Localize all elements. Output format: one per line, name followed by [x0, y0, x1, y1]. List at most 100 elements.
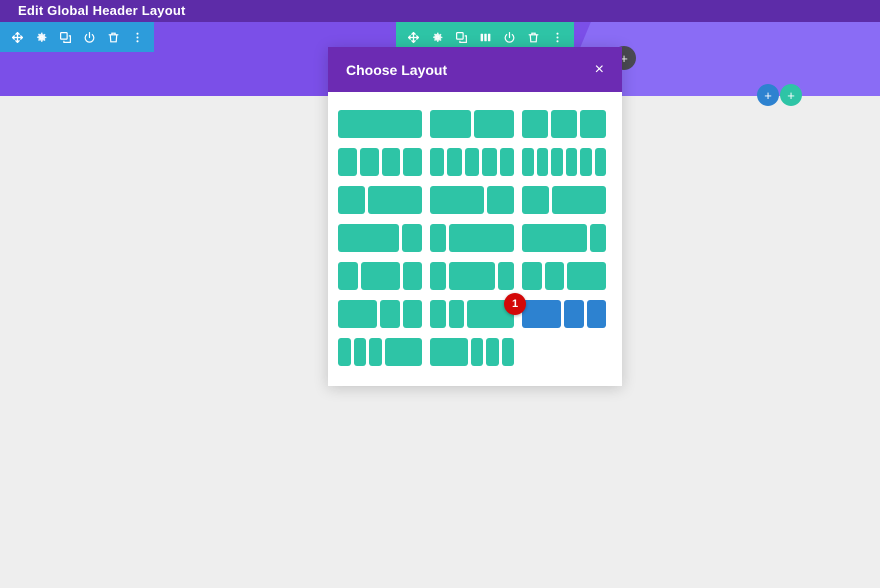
layout-cell: 1 — [504, 293, 606, 328]
layout-cell — [338, 224, 422, 252]
layout-column — [470, 338, 483, 366]
layout-column — [522, 110, 548, 138]
add-module-green-button[interactable]: + — [780, 84, 802, 106]
layout-column — [447, 148, 462, 176]
layout-column — [401, 224, 422, 252]
duplicate-icon[interactable] — [54, 24, 76, 50]
layout-column — [430, 186, 484, 214]
layout-sixth-two-thirds-sixth[interactable] — [430, 262, 514, 290]
layout-column — [544, 262, 564, 290]
trash-icon[interactable] — [102, 24, 124, 50]
editor-canvas: Edit Global Header Layout + + + Choose L… — [0, 0, 880, 588]
layout-cell — [338, 262, 422, 290]
layout-column — [565, 148, 577, 176]
layout-row — [338, 338, 612, 366]
layout-column — [430, 338, 468, 366]
layout-quarter-quarter-half[interactable] — [522, 262, 606, 290]
layout-column — [448, 262, 496, 290]
layout-column — [380, 300, 400, 328]
layout-sixth-sixth-two-thirds[interactable] — [430, 300, 514, 328]
layout-one-sixth-five-sixths[interactable] — [430, 224, 514, 252]
layout-column — [552, 186, 606, 214]
layout-column — [402, 262, 422, 290]
layout-column — [580, 110, 606, 138]
move-icon[interactable] — [6, 24, 28, 50]
layout-column — [430, 148, 445, 176]
layout-sixth-sixth-sixth-half[interactable] — [338, 338, 422, 366]
layout-column — [498, 262, 514, 290]
layout-column — [369, 338, 382, 366]
layout-cell — [430, 110, 514, 138]
layout-column — [430, 224, 447, 252]
layout-column — [473, 110, 514, 138]
layout-column — [360, 262, 400, 290]
layout-6-columns[interactable] — [522, 148, 606, 176]
layout-column — [522, 148, 534, 176]
layout-column — [448, 300, 465, 328]
layout-quarter-half-quarter[interactable] — [338, 262, 422, 290]
layout-4-columns[interactable] — [338, 148, 422, 176]
layout-half-sixth-sixth-sixth[interactable] — [430, 338, 514, 366]
layout-column — [482, 148, 497, 176]
layout-row — [338, 262, 612, 290]
layout-cell — [522, 262, 606, 290]
layout-three-quarters-one-quarter[interactable] — [338, 224, 422, 252]
layout-cell — [430, 262, 514, 290]
layout-column — [430, 110, 471, 138]
gear-icon[interactable] — [30, 24, 52, 50]
layout-column — [464, 148, 480, 176]
layout-2-columns[interactable] — [430, 110, 514, 138]
layout-column — [486, 338, 499, 366]
modal-title: Choose Layout — [346, 61, 448, 78]
layout-column — [567, 262, 606, 290]
layout-column — [384, 338, 422, 366]
layout-options-grid: 1 — [338, 110, 612, 366]
layout-column — [522, 262, 542, 290]
add-row-blue-button[interactable]: + — [757, 84, 779, 106]
step-badge-1: 1 — [504, 293, 526, 315]
layout-column — [338, 224, 399, 252]
layout-column — [449, 224, 514, 252]
layout-column — [430, 262, 446, 290]
layout-one-quarter-three-quarters[interactable] — [522, 186, 606, 214]
layout-row — [338, 148, 612, 176]
layout-half-quarter-quarter[interactable] — [338, 300, 422, 328]
layout-1-column[interactable] — [338, 110, 422, 138]
power-icon[interactable] — [78, 24, 100, 50]
layout-column — [564, 300, 584, 328]
layout-column — [338, 300, 377, 328]
modal-body: 1 — [328, 92, 622, 386]
layout-cell — [430, 186, 514, 214]
section-toolbar[interactable] — [0, 22, 154, 52]
layout-cell — [430, 338, 514, 366]
layout-two-thirds-one-third[interactable] — [430, 186, 514, 214]
layout-column — [359, 148, 379, 176]
layout-column — [338, 110, 422, 138]
layout-cell — [430, 224, 514, 252]
layout-column — [551, 110, 577, 138]
hero-top-strip-right — [560, 0, 880, 22]
layout-half-quarter-quarter-selected[interactable] — [522, 300, 606, 328]
layout-cell — [522, 110, 606, 138]
layout-row — [338, 110, 612, 138]
layout-column — [522, 224, 587, 252]
layout-row — [338, 186, 612, 214]
layout-cell — [338, 110, 422, 138]
layout-row: 1 — [338, 293, 612, 328]
layout-column — [522, 300, 561, 328]
layout-cell — [430, 148, 514, 176]
close-icon[interactable]: × — [595, 61, 604, 78]
layout-column — [402, 300, 422, 328]
layout-cell — [522, 148, 606, 176]
layout-column — [487, 186, 514, 214]
layout-one-third-two-thirds[interactable] — [338, 186, 422, 214]
layout-column — [589, 224, 606, 252]
more-options-icon[interactable] — [126, 24, 148, 50]
choose-layout-modal: Choose Layout × 1 — [328, 47, 622, 386]
layout-5-columns[interactable] — [430, 148, 514, 176]
layout-column — [551, 148, 563, 176]
layout-column — [338, 186, 365, 214]
layout-five-sixths-one-sixth[interactable] — [522, 224, 606, 252]
layout-3-columns[interactable] — [522, 110, 606, 138]
layout-cell — [338, 186, 422, 214]
